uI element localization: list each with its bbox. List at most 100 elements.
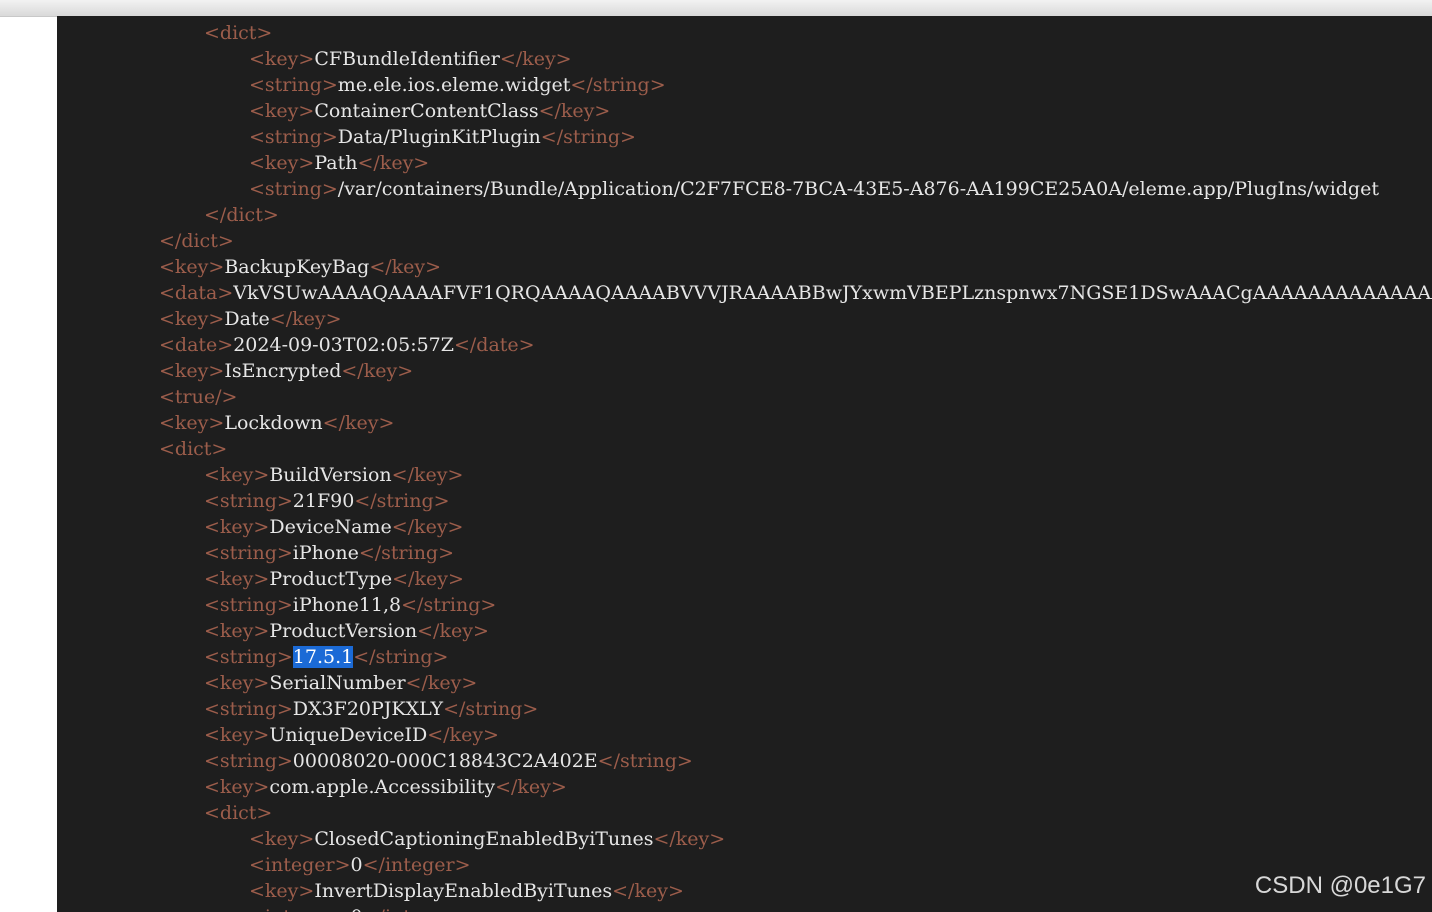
xml-close-tag: </string> bbox=[353, 646, 449, 668]
code-editor[interactable]: <dict> <key>CFBundleIdentifier</key> <stri… bbox=[57, 16, 1432, 912]
xml-open-tag: <key> bbox=[249, 152, 315, 174]
xml-close-tag: </string> bbox=[570, 74, 666, 96]
selected-value-text: 17.5.1 bbox=[292, 646, 354, 668]
xml-close-tag: </key> bbox=[495, 776, 567, 798]
code-line[interactable]: <key>UniqueDeviceID</key> bbox=[57, 722, 1432, 748]
code-line[interactable]: <dict> bbox=[57, 800, 1432, 826]
code-line[interactable]: <key>ProductType</key> bbox=[57, 566, 1432, 592]
code-line[interactable]: <dict> bbox=[57, 436, 1432, 462]
code-line[interactable]: <key>BackupKeyBag</key> bbox=[57, 254, 1432, 280]
xml-close-tag: </key> bbox=[391, 464, 464, 486]
xml-value-text: 00008020-000C18843C2A402E bbox=[292, 750, 598, 772]
xml-open-tag: </dict> bbox=[204, 204, 279, 226]
xml-open-tag: <string> bbox=[249, 74, 338, 96]
xml-value-text: Path bbox=[314, 152, 358, 174]
xml-open-tag: <key> bbox=[204, 516, 270, 538]
code-line[interactable]: <date>2024-09-03T02:05:57Z</date> bbox=[57, 332, 1432, 358]
code-line[interactable]: <string>iPhone11,8</string> bbox=[57, 592, 1432, 618]
code-line[interactable]: <string>DX3F20PJKXLY</string> bbox=[57, 696, 1432, 722]
xml-open-tag: <string> bbox=[204, 542, 293, 564]
code-line[interactable]: <integer>0</integer> bbox=[57, 852, 1432, 878]
code-line[interactable]: </dict> bbox=[57, 202, 1432, 228]
xml-value-text: IsEncrypted bbox=[224, 360, 342, 382]
xml-value-text: DeviceName bbox=[269, 516, 392, 538]
xml-value-text: CFBundleIdentifier bbox=[314, 48, 500, 70]
xml-close-tag: </key> bbox=[369, 256, 442, 278]
xml-value-text: BuildVersion bbox=[269, 464, 392, 486]
code-line[interactable]: <key>Lockdown</key> bbox=[57, 410, 1432, 436]
xml-value-text: VkVSUwAAAAQAAAAFVF1QRQAAAAQAAAABVVVJRAAA… bbox=[233, 282, 1432, 304]
xml-close-tag: </key> bbox=[357, 152, 430, 174]
xml-close-tag: </key> bbox=[612, 880, 684, 902]
xml-open-tag: <key> bbox=[204, 672, 270, 694]
xml-value-text: 21F90 bbox=[292, 490, 355, 512]
xml-open-tag: <dict> bbox=[204, 802, 273, 824]
code-line[interactable]: <key>IsEncrypted</key> bbox=[57, 358, 1432, 384]
xml-close-tag: </key> bbox=[427, 724, 499, 746]
xml-close-tag: </string> bbox=[540, 126, 636, 148]
code-line[interactable]: <key>Date</key> bbox=[57, 306, 1432, 332]
xml-open-tag: <true/> bbox=[159, 386, 238, 408]
xml-close-tag: </key> bbox=[391, 516, 464, 538]
code-line[interactable]: <key>InvertDisplayEnabledByiTunes</key> bbox=[57, 878, 1432, 904]
xml-open-tag: <string> bbox=[204, 490, 293, 512]
code-line[interactable]: <key>DeviceName</key> bbox=[57, 514, 1432, 540]
xml-open-tag: <key> bbox=[249, 828, 315, 850]
window-top-bar bbox=[0, 0, 1432, 17]
xml-open-tag: <key> bbox=[204, 776, 270, 798]
xml-value-text: DX3F20PJKXLY bbox=[292, 698, 444, 720]
xml-close-tag: </string> bbox=[597, 750, 693, 772]
xml-value-text: Lockdown bbox=[224, 412, 323, 434]
code-line[interactable]: <key>Path</key> bbox=[57, 150, 1432, 176]
xml-close-tag: </key> bbox=[269, 308, 342, 330]
code-line[interactable]: <string>21F90</string> bbox=[57, 488, 1432, 514]
xml-open-tag: <string> bbox=[204, 698, 293, 720]
watermark: CSDN @0e1G7 bbox=[1254, 872, 1426, 899]
code-line[interactable]: <integer>0</integer> bbox=[57, 904, 1432, 912]
xml-open-tag: <integer> bbox=[249, 906, 351, 912]
xml-open-tag: <key> bbox=[249, 48, 315, 70]
code-line[interactable]: <data>VkVSUwAAAAQAAAAFVF1QRQAAAAQAAAABVV… bbox=[57, 280, 1432, 306]
code-line[interactable]: <dict> bbox=[57, 20, 1432, 46]
xml-value-text: UniqueDeviceID bbox=[269, 724, 428, 746]
xml-open-tag: <key> bbox=[204, 568, 270, 590]
code-line[interactable]: <string>Data/PluginKitPlugin</string> bbox=[57, 124, 1432, 150]
xml-close-tag: </string> bbox=[354, 490, 450, 512]
code-lines: <dict> <key>CFBundleIdentifier</key> <stri… bbox=[57, 20, 1432, 912]
xml-value-text: me.ele.ios.eleme.widget bbox=[337, 74, 571, 96]
xml-open-tag: </dict> bbox=[159, 230, 234, 252]
code-line[interactable]: <string>me.ele.ios.eleme.widget</string> bbox=[57, 72, 1432, 98]
code-line[interactable]: <string>/var/containers/Bundle/Applicati… bbox=[57, 176, 1432, 202]
code-line[interactable]: <true/> bbox=[57, 384, 1432, 410]
xml-close-tag: </string> bbox=[358, 542, 455, 564]
code-line[interactable]: <key>ProductVersion</key> bbox=[57, 618, 1432, 644]
xml-close-tag: </key> bbox=[653, 828, 726, 850]
xml-open-tag: <key> bbox=[159, 308, 225, 330]
xml-close-tag: </integer> bbox=[363, 906, 471, 912]
code-line[interactable]: <key>com.apple.Accessibility</key> bbox=[57, 774, 1432, 800]
code-line[interactable]: <key>SerialNumber</key> bbox=[57, 670, 1432, 696]
code-line[interactable]: <key>ContainerContentClass</key> bbox=[57, 98, 1432, 124]
xml-value-text: /var/containers/Bundle/Application/C2F7F… bbox=[337, 178, 1379, 200]
xml-value-text: InvertDisplayEnabledByiTunes bbox=[314, 880, 613, 902]
code-line[interactable]: <key>CFBundleIdentifier</key> bbox=[57, 46, 1432, 72]
xml-close-tag: </date> bbox=[453, 334, 535, 356]
xml-open-tag: <string> bbox=[204, 646, 293, 668]
xml-value-text: com.apple.Accessibility bbox=[269, 776, 496, 798]
code-line[interactable]: <string>iPhone</string> bbox=[57, 540, 1432, 566]
code-line[interactable]: <string>17.5.1</string> bbox=[57, 644, 1432, 670]
xml-close-tag: </integer> bbox=[362, 854, 471, 876]
xml-open-tag: <key> bbox=[204, 464, 270, 486]
xml-value-text: 2024-09-03T02:05:57Z bbox=[233, 334, 454, 356]
xml-open-tag: <key> bbox=[159, 360, 225, 382]
xml-open-tag: <dict> bbox=[159, 438, 228, 460]
xml-close-tag: </string> bbox=[443, 698, 539, 720]
code-line[interactable]: <string>00008020-000C18843C2A402E</strin… bbox=[57, 748, 1432, 774]
xml-close-tag: </key> bbox=[499, 48, 572, 70]
code-line[interactable]: <key>ClosedCaptioningEnabledByiTunes</ke… bbox=[57, 826, 1432, 852]
xml-value-text: iPhone bbox=[292, 542, 359, 564]
code-line[interactable]: <key>BuildVersion</key> bbox=[57, 462, 1432, 488]
xml-value-text: ProductType bbox=[269, 568, 393, 590]
xml-close-tag: </key> bbox=[405, 672, 478, 694]
code-line[interactable]: </dict> bbox=[57, 228, 1432, 254]
